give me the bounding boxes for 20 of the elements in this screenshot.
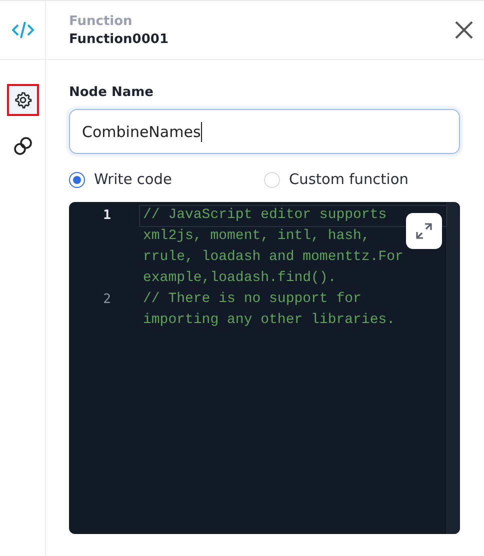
close-button[interactable] (454, 20, 474, 40)
panel-subtitle: Function (69, 14, 134, 28)
scrollbar[interactable] (445, 202, 460, 534)
close-icon (454, 20, 474, 40)
expand-icon (415, 222, 433, 240)
line-number: 2 (102, 291, 112, 309)
radio-option[interactable]: Write code (69, 172, 264, 188)
code-comment: // There is no support for importing any other libraries. (142, 290, 396, 330)
code-editor[interactable]: 1 // JavaScript editor supports xml2js, moment, intl, hash, rrule, loadash and momenttz.For example,loadash.find(). 2 // There is no support for importing any other libraries. (69, 202, 460, 534)
expand-button[interactable] (406, 213, 442, 249)
line-number: 1 (102, 207, 112, 225)
link-icon (12, 136, 32, 156)
settings-icon (14, 91, 32, 109)
code-icon (12, 21, 34, 39)
radio-option[interactable]: Custom function (264, 172, 459, 188)
field-label: Node Name (69, 85, 154, 100)
code-comment: // JavaScript editor supports xml2js, moment, intl, hash, rrule, loadash and momenttz.For example,loadash.find(). (142, 206, 404, 288)
sidebar-tab[interactable] (6, 84, 38, 116)
input-field[interactable]: CombineNames (69, 109, 460, 154)
panel-title: Function0001 (69, 32, 168, 46)
